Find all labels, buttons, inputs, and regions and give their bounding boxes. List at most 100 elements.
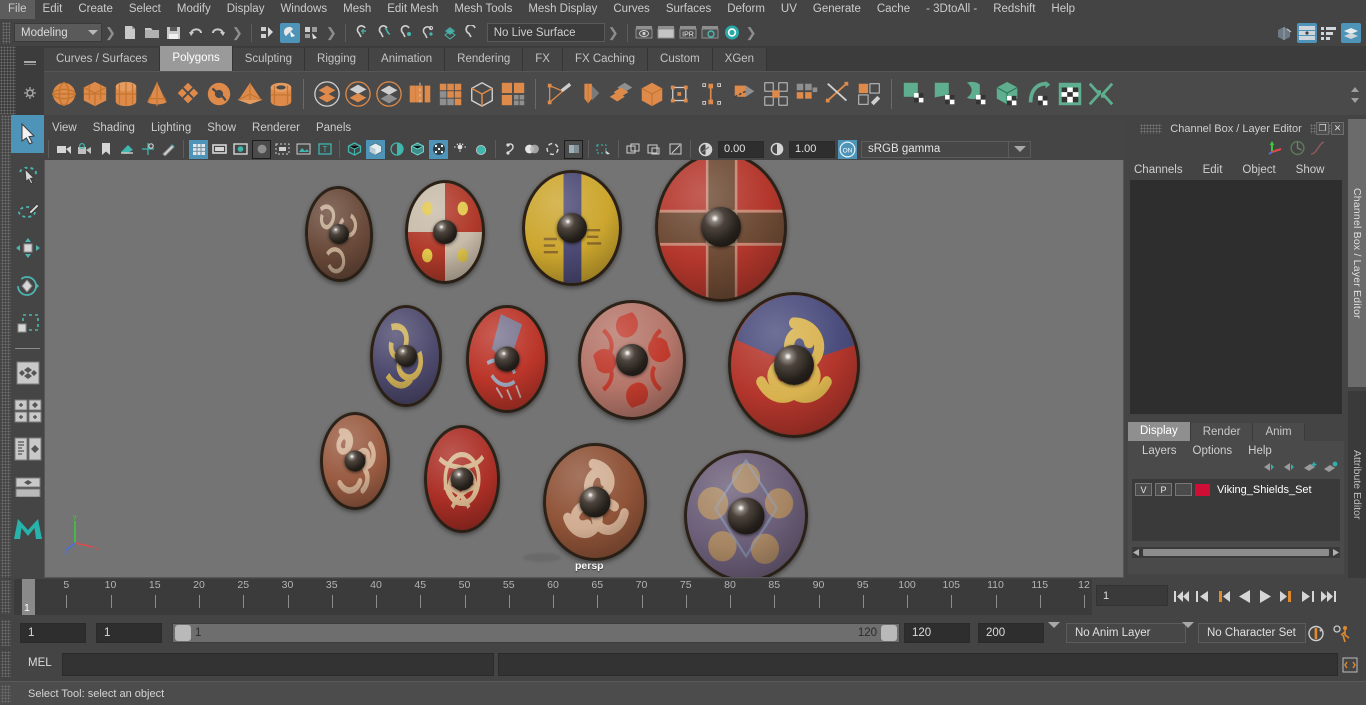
time-slider-grip[interactable] xyxy=(1,580,11,614)
scale-tool-button[interactable] xyxy=(11,305,44,343)
shelf-tab-xgen[interactable]: XGen xyxy=(712,48,768,71)
shadows-icon[interactable] xyxy=(450,140,469,159)
step-back-frame-icon[interactable] xyxy=(1193,586,1212,606)
step-forward-key-icon[interactable] xyxy=(1277,586,1296,606)
shelf-grip[interactable] xyxy=(0,46,16,115)
shaded-wireframe-icon[interactable] xyxy=(387,140,406,159)
toggle-rendering-icon[interactable] xyxy=(722,23,742,43)
snap-to-point-icon[interactable] xyxy=(396,23,416,43)
shelf-scroll-arrows[interactable] xyxy=(1348,75,1362,115)
go-to-start-icon[interactable] xyxy=(1172,586,1191,606)
shelf-tab-rigging[interactable]: Rigging xyxy=(305,48,370,71)
redo-icon[interactable] xyxy=(208,23,228,43)
menu-item-redshift[interactable]: Redshift xyxy=(985,0,1043,19)
poly-pyramid-icon[interactable] xyxy=(234,76,265,112)
quick-layout-hypershade-button[interactable] xyxy=(11,468,44,506)
layer-menu-options[interactable]: Options xyxy=(1185,445,1241,457)
shelf-tab-fx[interactable]: FX xyxy=(523,48,563,71)
shield-blue-gold-serpent[interactable] xyxy=(370,305,442,407)
bevel-icon[interactable] xyxy=(605,76,636,112)
snap-to-view-plane-icon[interactable] xyxy=(440,23,460,43)
exposure-text-icon[interactable]: T xyxy=(315,140,334,159)
isolate-select-icon[interactable] xyxy=(564,139,583,159)
snap-to-grid-icon[interactable] xyxy=(352,23,372,43)
quick-layout-outliner-persp-button[interactable] xyxy=(11,430,44,468)
undo-icon[interactable] xyxy=(186,23,206,43)
menu-item-surfaces[interactable]: Surfaces xyxy=(658,0,719,19)
character-set-selector[interactable]: No Character Set xyxy=(1198,623,1306,643)
anim-layer-dropdown-arrow[interactable] xyxy=(1048,622,1060,640)
uv-unfold-icon[interactable] xyxy=(1023,76,1054,112)
shield-red-blue-banner[interactable] xyxy=(466,305,548,413)
smooth-icon[interactable] xyxy=(466,76,497,112)
insert-edge-loop-icon[interactable] xyxy=(760,76,791,112)
color-management-selector[interactable]: sRGB gamma xyxy=(861,140,1009,158)
menu-item-deform[interactable]: Deform xyxy=(719,0,773,19)
shield-red-floral-wood[interactable] xyxy=(578,300,686,420)
command-input[interactable] xyxy=(62,653,494,676)
character-set-dropdown-arrow[interactable] xyxy=(1182,622,1194,640)
film-gate-icon[interactable] xyxy=(210,140,229,159)
offset-edge-loop-icon[interactable] xyxy=(791,76,822,112)
animation-preferences-icon[interactable] xyxy=(1332,624,1352,646)
wedge-face-icon[interactable] xyxy=(667,76,698,112)
gear-icon[interactable] xyxy=(23,86,37,103)
smooth-shade-all-icon[interactable] xyxy=(366,139,385,159)
poly-torus-icon[interactable] xyxy=(203,76,234,112)
motion-blur-icon[interactable] xyxy=(501,140,520,159)
menu-item-mesh-display[interactable]: Mesh Display xyxy=(520,0,605,19)
poly-sphere-icon[interactable] xyxy=(48,76,79,112)
menu-item-uv[interactable]: UV xyxy=(773,0,805,19)
grid-icon[interactable] xyxy=(189,139,208,159)
shield-knotwork-tan[interactable] xyxy=(303,184,375,284)
uv-editor-icon[interactable] xyxy=(899,76,930,112)
poly-cylinder-icon[interactable] xyxy=(110,76,141,112)
menu-item-windows[interactable]: Windows xyxy=(272,0,335,19)
menu-item-cache[interactable]: Cache xyxy=(869,0,918,19)
separate-icon[interactable] xyxy=(342,76,373,112)
manipulator-axis-icon[interactable] xyxy=(1268,140,1286,159)
shield-brown-spiral-small[interactable] xyxy=(320,412,390,510)
exposure-icon[interactable] xyxy=(696,140,715,159)
menu-item-help[interactable]: Help xyxy=(1043,0,1083,19)
render-current-frame-icon[interactable] xyxy=(656,23,676,43)
boolean-icon[interactable] xyxy=(404,76,435,112)
step-back-key-icon[interactable] xyxy=(1214,586,1233,606)
command-language-label[interactable]: MEL xyxy=(28,657,52,669)
snap-to-projected-center-icon[interactable] xyxy=(418,23,438,43)
layer-shading-toggle[interactable] xyxy=(1175,483,1192,496)
channel-box-list[interactable] xyxy=(1130,180,1342,414)
poly-plane-icon[interactable] xyxy=(172,76,203,112)
depth-of-field-icon[interactable] xyxy=(543,140,562,159)
toolbox-grip[interactable] xyxy=(1,115,11,578)
bridge-icon[interactable] xyxy=(698,76,729,112)
reduce-icon[interactable] xyxy=(497,76,528,112)
viewport-menu-shading[interactable]: Shading xyxy=(85,119,143,138)
move-tool-button[interactable] xyxy=(11,229,44,267)
shield-red-cross-wood[interactable] xyxy=(655,160,787,302)
menu-item-select[interactable]: Select xyxy=(121,0,169,19)
menu-item-modify[interactable]: Modify xyxy=(169,0,219,19)
save-scene-icon[interactable] xyxy=(164,23,184,43)
uv-layout-icon[interactable] xyxy=(1054,76,1085,112)
range-slider-grip[interactable] xyxy=(1,620,11,646)
safe-action-icon[interactable] xyxy=(294,140,313,159)
anim-layer-selector[interactable]: No Anim Layer xyxy=(1066,623,1186,643)
render-view-icon[interactable] xyxy=(634,23,654,43)
section-collapse-icon-2[interactable]: ❯ xyxy=(229,25,246,41)
channel-box-dock-tab[interactable]: Channel Box / Layer Editor xyxy=(1348,119,1366,387)
select-by-hierarchy-icon[interactable] xyxy=(258,23,278,43)
shield-triskelion-red-blue[interactable] xyxy=(728,292,860,438)
show-hide-attribute-editor-icon[interactable] xyxy=(1297,22,1317,43)
channel-curve-icon[interactable] xyxy=(1309,140,1326,159)
status-line-grip[interactable] xyxy=(2,21,10,44)
range-end-handle[interactable] xyxy=(881,625,897,641)
range-slider-bar[interactable]: 1 120 xyxy=(172,623,900,643)
menu-item-curves[interactable]: Curves xyxy=(605,0,657,19)
sculpt-geometry-icon[interactable] xyxy=(574,76,605,112)
go-to-end-icon[interactable] xyxy=(1319,586,1338,606)
shelf-tab-animation[interactable]: Animation xyxy=(369,48,446,71)
gate-mask-icon[interactable] xyxy=(252,139,271,159)
section-collapse-icon-5[interactable]: ❯ xyxy=(743,25,760,41)
film-origin-icon[interactable] xyxy=(273,140,292,159)
